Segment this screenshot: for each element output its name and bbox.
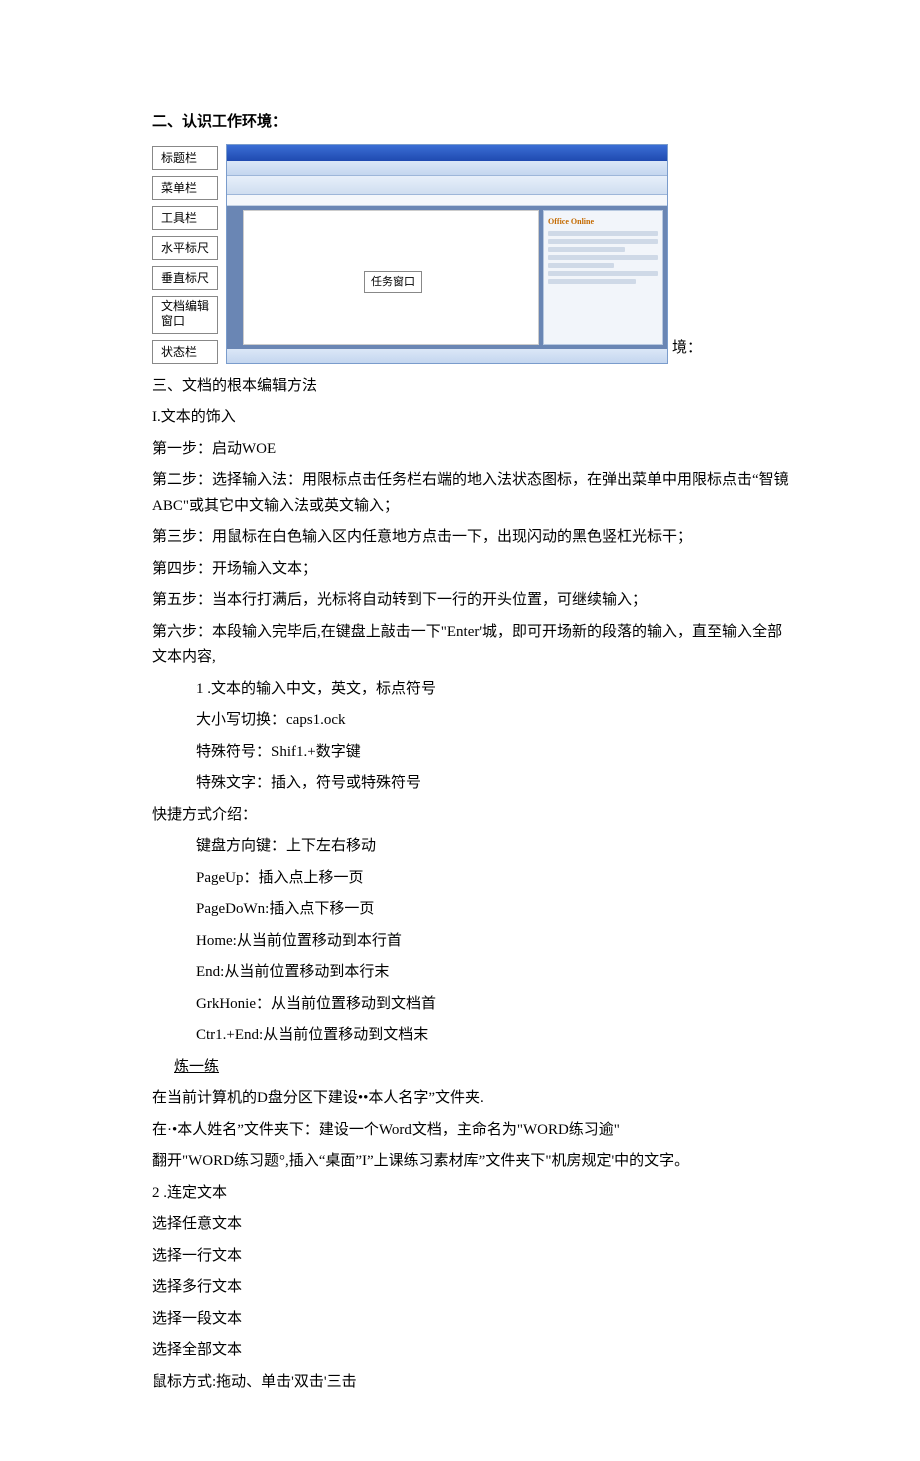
ss-ruler — [227, 195, 667, 206]
word-screenshot: 任务窗口 Office Online — [226, 144, 668, 364]
step-1: 第一步：启动WOE — [152, 437, 790, 463]
callout-menu-bar: 菜单栏 — [152, 176, 218, 200]
callout-title-bar: 标题栏 — [152, 146, 218, 170]
ss-status-bar — [227, 349, 667, 363]
ss-body: 任务窗口 Office Online — [227, 206, 667, 349]
step-2: 第二步：选择输入法：用限标点击任务栏右端的地入法状态图标，在弹出菜单中用限标点击… — [152, 468, 790, 519]
shortcut-end: End:从当前位置移动到本行末 — [152, 960, 790, 986]
ss-menu-bar — [227, 161, 667, 176]
task-pane-label: Office Online — [548, 215, 658, 229]
section-heading-environment: 二、认识工作环境： — [152, 110, 790, 136]
step-6: 第六步：本段输入完毕后,在键盘上敲击一下"Enter'城，即可开场新的段落的输入… — [152, 620, 790, 671]
ss-editor-area: 任务窗口 — [243, 210, 539, 345]
step-5: 第五步：当本行打满后，光标将自动转到下一行的开头位置，可继续输入； — [152, 588, 790, 614]
shortcut-home: Home:从当前位置移动到本行首 — [152, 929, 790, 955]
callout-v-ruler: 垂直标尺 — [152, 266, 218, 290]
ss-tool-bar — [227, 176, 667, 195]
callout-tool-bar: 工具栏 — [152, 206, 218, 230]
caps-lock: 大小写切换：caps1.ock — [152, 708, 790, 734]
shortcut-ctrl-end: Ctr1.+End:从当前位置移动到文档末 — [152, 1023, 790, 1049]
callout-column: 标题栏 菜单栏 工具栏 水平标尺 垂直标尺 文档编辑 窗口 状态栏 — [152, 144, 218, 364]
practice-heading: 炼一练 — [152, 1055, 790, 1081]
shortcut-arrow: 键盘方向键：上下左右移动 — [152, 834, 790, 860]
practice-3: 翻开"WORD练习题°,插入“桌面”I”上课练习素材库”文件夹下"机房规定'中的… — [152, 1149, 790, 1175]
shortcut-heading: 快捷方式介绍： — [152, 803, 790, 829]
task-line — [548, 271, 658, 276]
task-line — [548, 231, 658, 236]
practice-2: 在·•本人姓名”文件夹下：建设一个Word文档，主命名为"WORD练习逾" — [152, 1118, 790, 1144]
select-para: 选择一段文本 — [152, 1307, 790, 1333]
mouse-mode: 鼠标方式:拖动、单击'双击'三击 — [152, 1370, 790, 1396]
task-line — [548, 279, 636, 284]
special-chars: 特殊文字：插入，符号或特殊符号 — [152, 771, 790, 797]
ss-title-bar — [227, 145, 667, 161]
subsection-1-title: I.文本的饰入 — [152, 405, 790, 431]
callout-h-ruler: 水平标尺 — [152, 236, 218, 260]
shift-symbols: 特殊符号：Shif1.+数字键 — [152, 740, 790, 766]
shortcut-ctrl-home: GrkHonie：从当前位置移动到文档首 — [152, 992, 790, 1018]
ss-task-pane: Office Online — [543, 210, 663, 345]
callout-edit-area: 文档编辑 窗口 — [152, 296, 218, 334]
section-2: 2 .连定文本 — [152, 1181, 790, 1207]
select-line: 选择一行文本 — [152, 1244, 790, 1270]
shortcut-pagedown: PageDoWn:插入点下移一页 — [152, 897, 790, 923]
trailing-text: 境： — [668, 336, 702, 364]
ss-left-gutter — [227, 206, 243, 349]
select-any: 选择任意文本 — [152, 1212, 790, 1238]
select-all: 选择全部文本 — [152, 1338, 790, 1364]
environment-diagram: 标题栏 菜单栏 工具栏 水平标尺 垂直标尺 文档编辑 窗口 状态栏 任务窗口 O… — [152, 144, 790, 364]
section-heading-3: 三、文档的根本编辑方法 — [152, 374, 790, 400]
callout-task-pane: 任务窗口 — [364, 271, 422, 294]
select-multi: 选择多行文本 — [152, 1275, 790, 1301]
shortcut-pageup: PageUp：插入点上移一页 — [152, 866, 790, 892]
task-line — [548, 263, 614, 268]
task-line — [548, 247, 625, 252]
callout-status-bar: 状态栏 — [152, 340, 218, 364]
sub-point-1: 1 .文本的输入中文，英文，标点符号 — [152, 677, 790, 703]
task-line — [548, 239, 658, 244]
practice-1: 在当前计算机的D盘分区下建设••本人名字”文件夹. — [152, 1086, 790, 1112]
step-4: 第四步：开场输入文本； — [152, 557, 790, 583]
step-3: 第三步：用鼠标在白色输入区内任意地方点击一下，出现闪动的黑色竖杠光标干； — [152, 525, 790, 551]
task-line — [548, 255, 658, 260]
